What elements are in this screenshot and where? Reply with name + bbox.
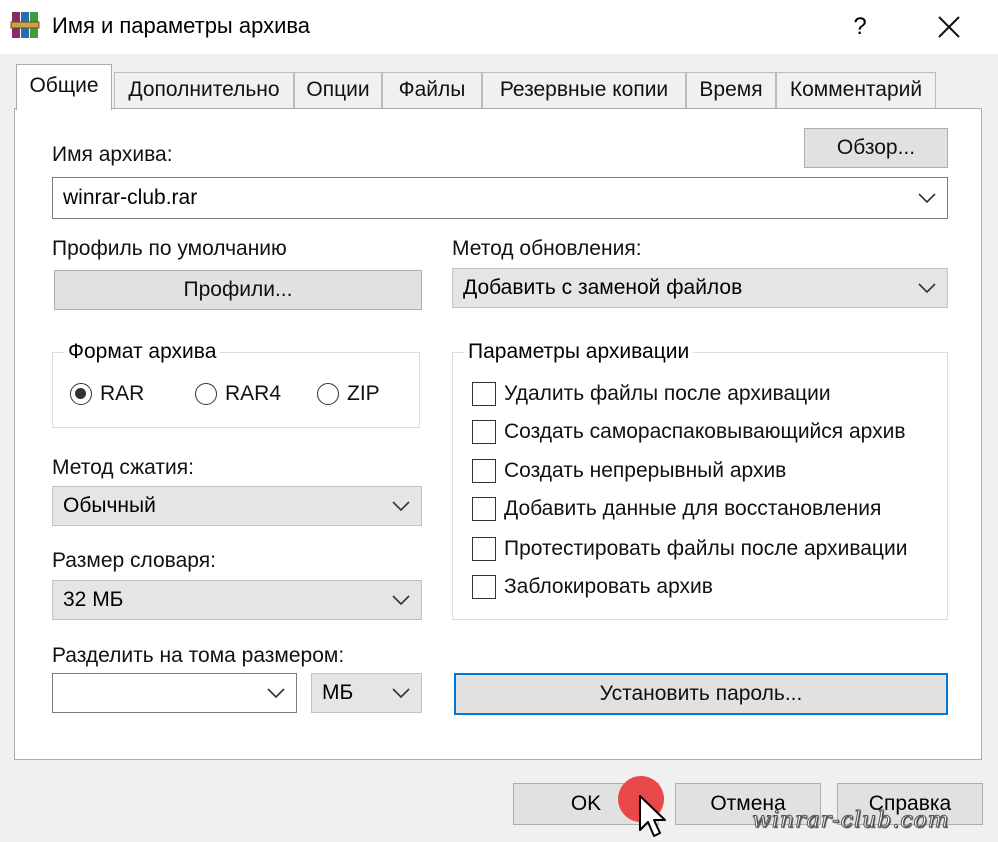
- dictionary-size-label: Размер словаря:: [52, 549, 216, 572]
- archive-name-label: Имя архива:: [52, 143, 173, 166]
- tab-options[interactable]: Опции: [294, 72, 382, 108]
- set-password-button[interactable]: Установить пароль...: [454, 673, 948, 715]
- title-help-button[interactable]: ?: [836, 8, 884, 46]
- checkbox-sfx-label[interactable]: Создать самораспаковывающийся архив: [504, 419, 906, 445]
- dictionary-size-value: 32 МБ: [63, 588, 124, 611]
- archiving-options-title: Параметры архивации: [464, 340, 694, 364]
- radio-rar4-label[interactable]: RAR4: [225, 381, 281, 407]
- compression-method-value: Обычный: [63, 494, 156, 517]
- radio-rar[interactable]: [70, 383, 92, 405]
- checkbox-test-label[interactable]: Протестировать файлы после архивации: [504, 536, 907, 562]
- winrar-app-icon: [10, 10, 40, 40]
- checkbox-solid-label[interactable]: Создать непрерывный архив: [504, 458, 786, 484]
- checkbox-delete-after-label[interactable]: Удалить файлы после архивации: [504, 381, 831, 407]
- split-unit-select[interactable]: МБ: [311, 673, 422, 713]
- checkbox-recovery[interactable]: [472, 497, 496, 521]
- archive-name-value: winrar-club.rar: [63, 186, 198, 209]
- compression-method-label: Метод сжатия:: [52, 456, 194, 479]
- split-size-combobox[interactable]: [52, 673, 297, 713]
- checkbox-test[interactable]: [472, 537, 496, 561]
- split-unit-value: МБ: [322, 681, 354, 704]
- compression-method-select[interactable]: Обычный: [52, 486, 422, 526]
- chevron-down-icon[interactable]: [391, 593, 411, 607]
- radio-zip[interactable]: [317, 383, 339, 405]
- update-method-label: Метод обновления:: [452, 237, 642, 260]
- split-volumes-label: Разделить на тома размером:: [52, 644, 345, 667]
- mouse-pointer-icon: [639, 795, 666, 837]
- close-icon: [938, 16, 960, 38]
- dictionary-size-select[interactable]: 32 МБ: [52, 580, 422, 620]
- tab-backup[interactable]: Резервные копии: [482, 72, 686, 108]
- default-profile-label: Профиль по умолчанию: [52, 237, 287, 260]
- tab-advanced[interactable]: Дополнительно: [114, 72, 294, 108]
- profiles-button[interactable]: Профили...: [54, 270, 422, 310]
- tab-files[interactable]: Файлы: [382, 72, 482, 108]
- checkbox-lock[interactable]: [472, 575, 496, 599]
- radio-rar4[interactable]: [195, 383, 217, 405]
- chevron-down-icon[interactable]: [391, 499, 411, 513]
- update-method-select[interactable]: Добавить с заменой файлов: [452, 268, 948, 308]
- radio-rar-label[interactable]: RAR: [100, 381, 144, 407]
- checkbox-sfx[interactable]: [472, 420, 496, 444]
- checkbox-delete-after[interactable]: [472, 382, 496, 406]
- chevron-down-icon[interactable]: [917, 191, 937, 205]
- tab-time[interactable]: Время: [686, 72, 776, 108]
- radio-zip-label[interactable]: ZIP: [347, 381, 380, 407]
- checkbox-lock-label[interactable]: Заблокировать архив: [504, 574, 713, 600]
- archive-format-title: Формат архива: [64, 340, 221, 364]
- browse-button[interactable]: Обзор...: [804, 128, 948, 168]
- watermark-text: winrar-club.com: [752, 808, 950, 834]
- chevron-down-icon[interactable]: [391, 686, 411, 700]
- tab-comment[interactable]: Комментарий: [776, 72, 936, 108]
- archive-name-combobox[interactable]: winrar-club.rar: [52, 177, 948, 219]
- checkbox-solid[interactable]: [472, 459, 496, 483]
- close-button[interactable]: [925, 8, 973, 46]
- tab-general[interactable]: Общие: [16, 64, 112, 110]
- window-title: Имя и параметры архива: [52, 13, 311, 38]
- chevron-down-icon[interactable]: [917, 281, 937, 295]
- chevron-down-icon[interactable]: [266, 686, 286, 700]
- checkbox-recovery-label[interactable]: Добавить данные для восстановления: [504, 496, 881, 522]
- update-method-value: Добавить с заменой файлов: [463, 276, 743, 299]
